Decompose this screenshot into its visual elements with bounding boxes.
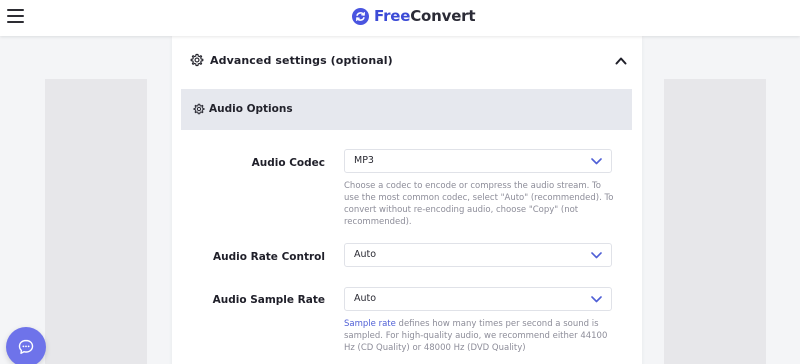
brand-logo-link[interactable]: FreeConvert — [352, 6, 476, 26]
audio-options-header: Audio Options — [181, 89, 632, 130]
settings-card: Advanced settings (optional) Audio Optio… — [172, 36, 642, 364]
audio-codec-help: Choose a codec to encode or compress the… — [344, 181, 614, 227]
chat-icon — [18, 339, 34, 354]
audio-codec-select[interactable]: MP3 — [344, 149, 612, 173]
chevron-down-icon — [591, 296, 602, 303]
audio-codec-label: Audio Codec — [251, 157, 325, 169]
audio-sample-rate-value: Auto — [354, 293, 377, 304]
audio-sample-rate-help: Sample rate defines how many times per s… — [344, 318, 616, 354]
right-side-panel — [664, 79, 766, 364]
audio-rate-control-value: Auto — [354, 249, 377, 260]
sample-rate-link[interactable]: Sample rate — [344, 319, 396, 329]
chevron-up-icon[interactable] — [615, 56, 627, 65]
menu-icon[interactable] — [7, 9, 24, 23]
audio-rate-control-select[interactable]: Auto — [344, 243, 612, 267]
audio-options-title: Audio Options — [209, 103, 293, 115]
advanced-settings-toggle[interactable]: Advanced settings (optional) — [172, 36, 642, 86]
left-side-panel — [45, 79, 147, 364]
chevron-down-icon — [591, 158, 602, 165]
chat-button[interactable] — [6, 327, 46, 364]
advanced-settings-title: Advanced settings (optional) — [210, 54, 393, 67]
chevron-down-icon — [591, 252, 602, 259]
gear-icon — [190, 53, 204, 67]
gear-icon — [193, 103, 205, 115]
audio-sample-rate-label: Audio Sample Rate — [212, 294, 325, 306]
audio-codec-value: MP3 — [354, 155, 374, 166]
audio-rate-control-label: Audio Rate Control — [213, 251, 325, 263]
top-header: FreeConvert — [0, 0, 800, 36]
brand-name: FreeConvert — [374, 7, 476, 25]
audio-sample-rate-select[interactable]: Auto — [344, 287, 612, 311]
logo-icon — [352, 7, 369, 25]
